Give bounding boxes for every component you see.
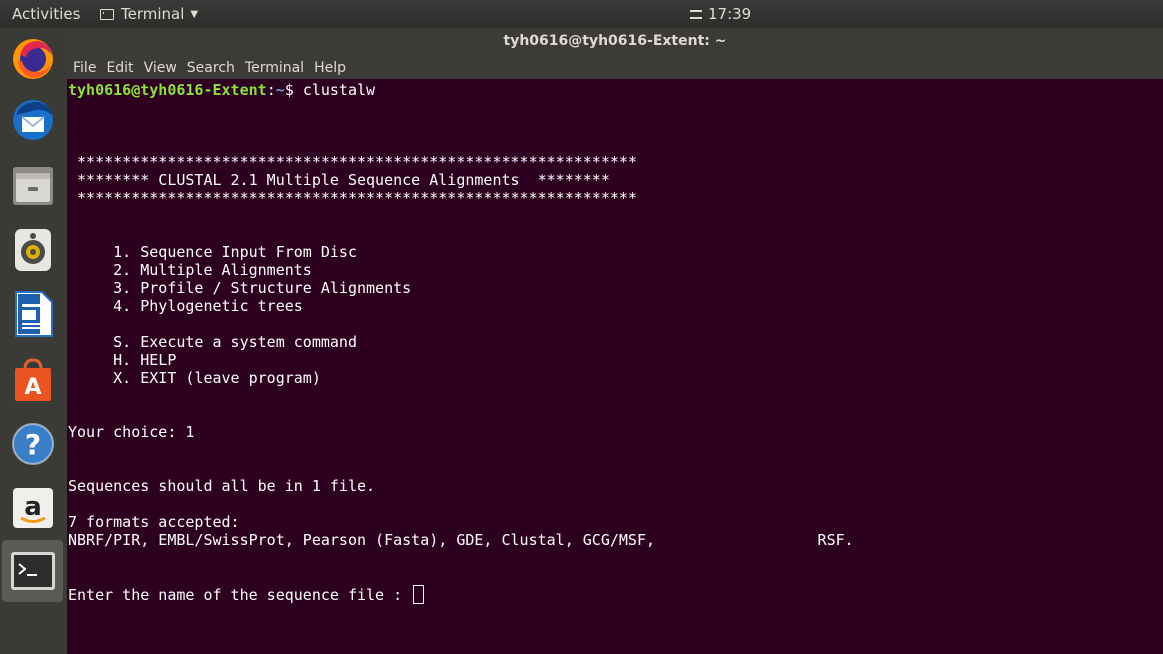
files-icon [13,167,53,205]
svg-text:?: ? [25,428,41,461]
formats-line: NBRF/PIR, EMBL/SwissProt, Pearson (Fasta… [68,531,854,549]
menu-search[interactable]: Search [182,55,240,76]
dock-item-help[interactable]: ? [8,418,58,470]
input-prompt-line: Enter the name of the sequence file : [68,585,425,604]
top-panel: Activities Terminal ▼ 17:39 [0,0,1163,28]
menu-option: 4. Phylogenetic trees [68,297,303,315]
menu-option: 3. Profile / Structure Alignments [68,279,412,297]
menu-terminal[interactable]: Terminal [240,55,309,76]
text-cursor [413,585,425,604]
info-line: Sequences should all be in 1 file. [68,477,376,495]
info-line: 7 formats accepted: [68,513,240,531]
speaker-icon [15,229,51,271]
activities-button[interactable]: Activities [12,5,80,23]
menubar: File Edit View Search Terminal Help [67,55,1163,79]
window-title: tyh0616@tyh0616-Extent: ~ [503,33,727,49]
banner-title: ******** CLUSTAL 2.1 Multiple Sequence A… [68,171,610,189]
app-menu[interactable]: Terminal ▼ [100,5,198,23]
dock-item-terminal[interactable] [2,540,63,602]
prompt-path: ~ [275,81,285,99]
app-menu-label: Terminal [121,5,185,23]
prompt-separator: : [266,81,276,99]
clock[interactable]: 17:39 [690,5,751,23]
menu-view[interactable]: View [139,55,182,76]
menu-file[interactable]: File [68,55,101,76]
firefox-icon [13,39,53,79]
input-prompt-text: Enter the name of the sequence file : [68,586,412,604]
prompt-line: tyh0616@tyh0616-Extent:~$ clustalw [68,81,375,99]
command-text: clustalw [302,81,376,99]
dock-item-thunderbird[interactable] [8,94,58,146]
terminal-icon [10,552,55,590]
dock-item-software[interactable]: A [8,354,58,406]
banner-line: ****************************************… [68,153,637,171]
shopping-bag-icon: A [15,358,51,401]
menu-option: X. EXIT (leave program) [68,369,321,387]
menu-edit[interactable]: Edit [101,55,138,76]
choice-line: Your choice: 1 [68,423,195,441]
writer-icon [15,291,53,337]
menu-option: S. Execute a system command [68,333,357,351]
terminal-output[interactable]: tyh0616@tyh0616-Extent:~$ clustalw *****… [67,79,1163,654]
dock: A ? a [0,28,67,654]
dock-item-firefox[interactable] [8,32,58,84]
dock-item-writer[interactable] [8,288,58,340]
notification-icon [690,9,702,19]
svg-text:a: a [24,492,42,522]
menu-option: H. HELP [68,351,177,369]
help-icon: ? [12,423,54,465]
clock-time: 17:39 [708,5,752,23]
prompt-symbol: $ [284,81,303,99]
menu-option: 2. Multiple Alignments [68,261,312,279]
banner-line: ****************************************… [68,189,637,207]
chevron-down-icon: ▼ [190,8,199,20]
svg-text:A: A [24,375,41,400]
menu-help[interactable]: Help [309,55,351,76]
prompt-user: tyh0616@tyh0616-Extent [68,81,267,99]
menu-option: 1. Sequence Input From Disc [68,243,357,261]
dock-item-amazon[interactable]: a [8,482,58,534]
window-titlebar[interactable]: tyh0616@tyh0616-Extent: ~ [67,28,1163,55]
dock-item-rhythmbox[interactable] [8,224,58,276]
amazon-icon: a [13,488,53,528]
terminal-icon [100,8,114,20]
thunderbird-icon [13,100,53,140]
dock-item-files[interactable] [8,160,58,212]
